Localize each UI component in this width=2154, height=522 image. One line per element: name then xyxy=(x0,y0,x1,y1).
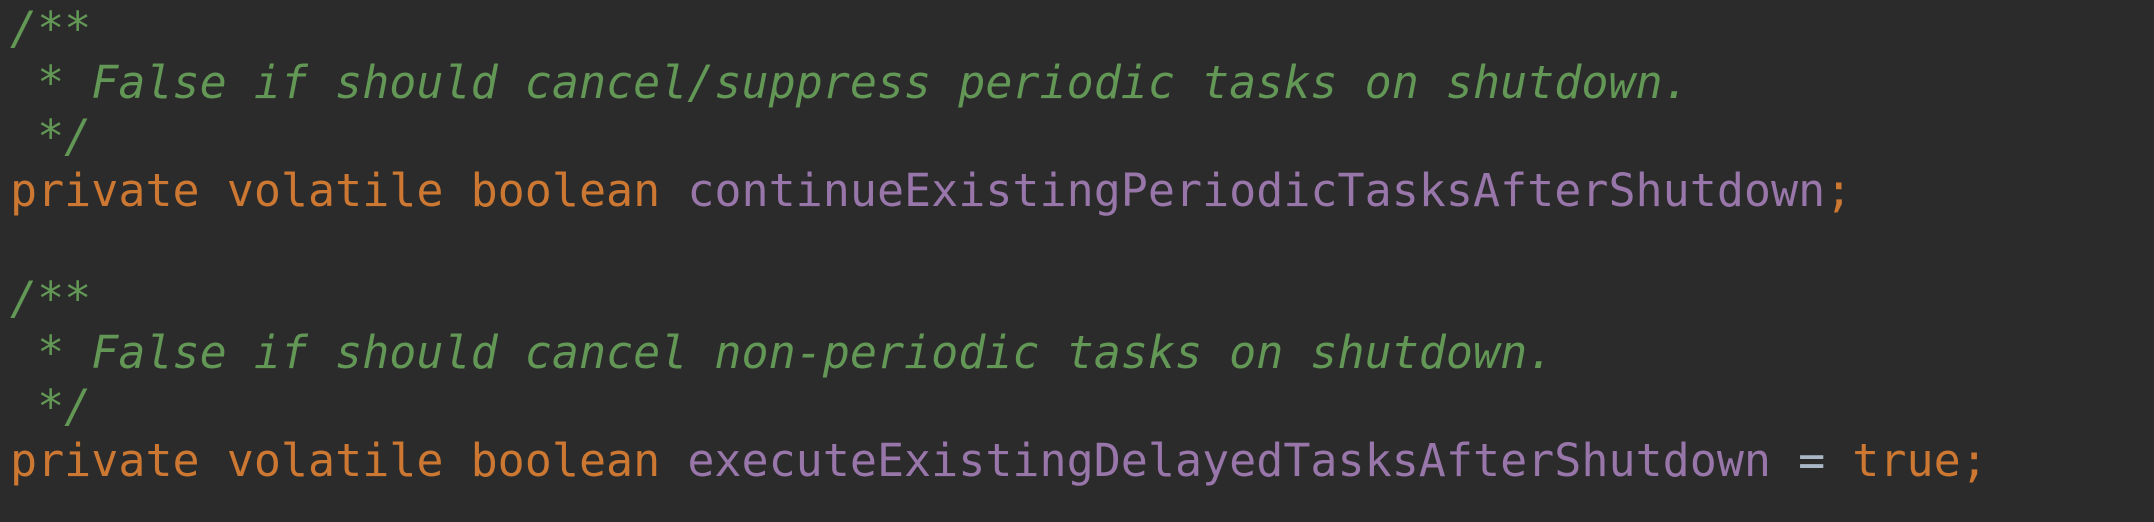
field-modifiers: private volatile boolean xyxy=(10,434,688,487)
javadoc-comment-close: */ xyxy=(10,380,92,433)
javadoc-comment-close: */ xyxy=(10,110,92,163)
javadoc-comment-open: /** xyxy=(10,2,92,55)
field-modifiers: private volatile boolean xyxy=(10,164,688,217)
semicolon: ; xyxy=(1960,434,1988,487)
code-line: private volatile boolean continueExistin… xyxy=(0,164,2154,218)
boolean-literal: true xyxy=(1852,434,1961,487)
code-line: */ xyxy=(0,110,2154,164)
code-line: /** xyxy=(0,272,2154,326)
javadoc-comment-open: /** xyxy=(10,272,92,325)
field-name: continueExistingPeriodicTasksAfterShutdo… xyxy=(687,164,1826,217)
code-line: /** xyxy=(0,2,2154,56)
code-line: * False if should cancel non-periodic ta… xyxy=(0,326,2154,380)
field-name: executeExistingDelayedTasksAfterShutdown xyxy=(687,434,1772,487)
code-line: * False if should cancel/suppress period… xyxy=(0,56,2154,110)
javadoc-comment-body: * False if should cancel non-periodic ta… xyxy=(10,326,1555,379)
semicolon: ; xyxy=(1825,164,1853,217)
javadoc-comment-body: * False if should cancel/suppress period… xyxy=(10,56,1690,109)
code-line: */ xyxy=(0,380,2154,434)
assignment-operator: = xyxy=(1771,434,1853,487)
code-editor[interactable]: /** * False if should cancel/suppress pe… xyxy=(0,0,2154,522)
code-line: private volatile boolean executeExisting… xyxy=(0,434,2154,488)
